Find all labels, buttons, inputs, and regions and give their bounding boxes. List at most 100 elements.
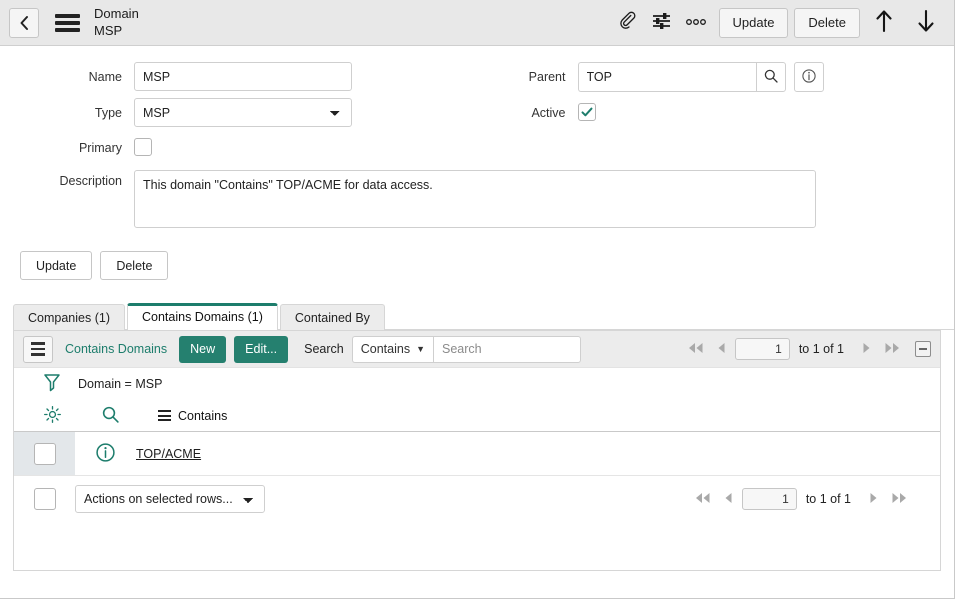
form-action-buttons: Update Delete: [20, 251, 954, 280]
domain-detail-page: Domain MSP: [0, 0, 955, 599]
form-row-name-parent: Name Parent: [0, 62, 954, 92]
personalize-list-button[interactable]: [38, 405, 66, 427]
column-header-contains[interactable]: Contains: [158, 409, 227, 423]
active-label: Active: [480, 98, 578, 120]
form-delete-button[interactable]: Delete: [100, 251, 168, 280]
column-menu-bar: [158, 410, 171, 412]
table-row[interactable]: TOP/ACME: [14, 432, 940, 476]
select-all-cell: [14, 488, 75, 510]
header-delete-button[interactable]: Delete: [794, 8, 860, 38]
parent-label: Parent: [480, 62, 578, 84]
form-field-description: Description This domain "Contains" TOP/A…: [0, 170, 816, 231]
last-page-button-bottom[interactable]: [886, 486, 912, 512]
more-options-button[interactable]: [679, 6, 713, 40]
type-label: Type: [0, 98, 134, 120]
more-options-icon: [684, 16, 708, 30]
page-number-input[interactable]: [735, 338, 790, 360]
form-field-type: Type MSP: [0, 98, 480, 127]
tab-companies[interactable]: Companies (1): [13, 304, 125, 330]
arrow-left-icon: [723, 492, 735, 507]
double-arrow-right-icon: [890, 492, 908, 507]
search-operator-dropdown[interactable]: Contains ▼: [352, 336, 433, 363]
row-select-cell: [14, 432, 75, 475]
hamburger-bar: [55, 14, 80, 18]
list-menu-icon[interactable]: [23, 336, 53, 363]
column-menu-bar: [158, 415, 171, 417]
collapse-icon: [919, 348, 927, 350]
type-select[interactable]: MSP: [134, 98, 352, 127]
info-icon[interactable]: [95, 442, 116, 466]
header-update-button[interactable]: Update: [719, 8, 789, 38]
row-info-cell: [75, 432, 136, 475]
info-icon: [801, 68, 817, 87]
row-link-cell: TOP/ACME: [136, 432, 201, 475]
description-label: Description: [0, 170, 134, 188]
primary-checkbox[interactable]: [134, 138, 152, 156]
parent-input[interactable]: [578, 62, 756, 92]
list-pagination-top: to 1 of 1: [683, 336, 931, 362]
form-update-button[interactable]: Update: [20, 251, 92, 280]
row-checkbox[interactable]: [34, 443, 56, 465]
parent-info-button[interactable]: [794, 62, 824, 92]
form-row-primary: Primary: [0, 133, 954, 156]
bulk-actions-select[interactable]: Actions on selected rows...: [75, 485, 265, 513]
column-search-toggle[interactable]: [84, 405, 136, 427]
previous-page-button-bottom[interactable]: [716, 486, 742, 512]
last-page-button[interactable]: [879, 336, 905, 362]
gear-icon: [43, 405, 62, 427]
page-range-text-bottom: to 1 of 1: [806, 492, 851, 506]
form-row-type-active: Type MSP Active: [0, 98, 954, 127]
arrow-right-icon: [867, 492, 879, 507]
next-page-button-bottom[interactable]: [860, 486, 886, 512]
tab-contained-by[interactable]: Contained By: [280, 304, 385, 330]
column-menu-icon[interactable]: [158, 410, 171, 421]
page-number-input-bottom[interactable]: [742, 488, 797, 510]
arrow-left-icon: [716, 342, 728, 357]
list-edit-button[interactable]: Edit...: [234, 336, 288, 363]
sliders-icon: [651, 11, 673, 34]
previous-page-button[interactable]: [709, 336, 735, 362]
hamburger-bar: [55, 28, 80, 32]
hamburger-bar: [55, 21, 80, 25]
parent-search-button[interactable]: [756, 62, 786, 92]
list-pagination-bottom: to 1 of 1: [690, 486, 912, 512]
back-button[interactable]: [9, 8, 39, 38]
previous-record-button[interactable]: [866, 5, 902, 41]
next-record-button[interactable]: [908, 5, 944, 41]
hamburger-menu-icon[interactable]: [55, 14, 80, 32]
list-toolbar: Contains Domains New Edit... Search Cont…: [14, 331, 940, 368]
parent-control: [578, 62, 955, 92]
type-control: MSP: [134, 98, 480, 127]
page-header-toolbar: Domain MSP: [0, 0, 954, 46]
form-row-description: Description This domain "Contains" TOP/A…: [0, 170, 954, 231]
arrow-down-icon: [916, 8, 936, 37]
select-all-checkbox[interactable]: [34, 488, 56, 510]
next-page-button[interactable]: [853, 336, 879, 362]
tab-contains-domains[interactable]: Contains Domains (1): [127, 303, 278, 330]
name-input[interactable]: [134, 62, 352, 91]
funnel-filter-icon[interactable]: [42, 372, 62, 397]
primary-control: [134, 133, 480, 156]
primary-label: Primary: [0, 133, 134, 155]
double-arrow-left-icon: [687, 342, 705, 357]
search-icon: [763, 68, 779, 87]
search-operator-value: Contains: [361, 342, 410, 356]
attachment-button[interactable]: [611, 6, 645, 40]
page-title-block: Domain MSP: [94, 6, 139, 39]
list-new-button[interactable]: New: [179, 336, 226, 363]
first-page-button-bottom[interactable]: [690, 486, 716, 512]
double-arrow-left-icon: [694, 492, 712, 507]
arrow-right-icon: [860, 342, 872, 357]
filter-settings-button[interactable]: [645, 6, 679, 40]
list-footer-row: Actions on selected rows... to 1 of 1: [14, 476, 940, 522]
page-title: Domain: [94, 6, 139, 22]
form-field-parent: Parent: [480, 62, 955, 92]
description-textarea[interactable]: This domain "Contains" TOP/ACME for data…: [134, 170, 816, 228]
list-search-input[interactable]: [433, 336, 581, 363]
list-title[interactable]: Contains Domains: [65, 342, 167, 356]
active-checkbox[interactable]: [578, 103, 596, 121]
list-menu-bar: [31, 353, 45, 356]
first-page-button[interactable]: [683, 336, 709, 362]
collapse-list-button[interactable]: [915, 341, 931, 357]
row-record-link[interactable]: TOP/ACME: [136, 447, 201, 461]
